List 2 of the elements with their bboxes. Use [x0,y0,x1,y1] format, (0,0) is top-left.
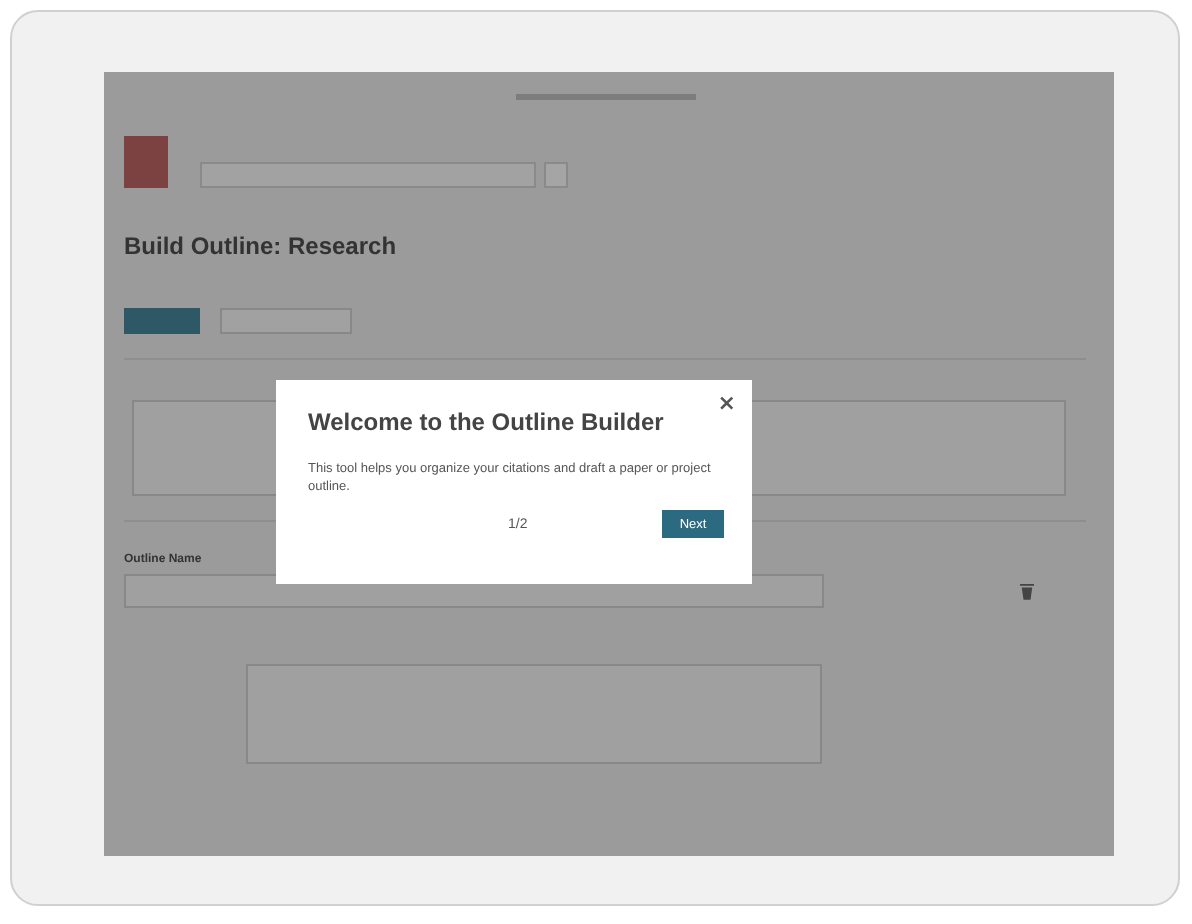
dialog-title: Welcome to the Outline Builder [308,408,666,436]
page-title: Build Outline: Research [124,232,399,260]
